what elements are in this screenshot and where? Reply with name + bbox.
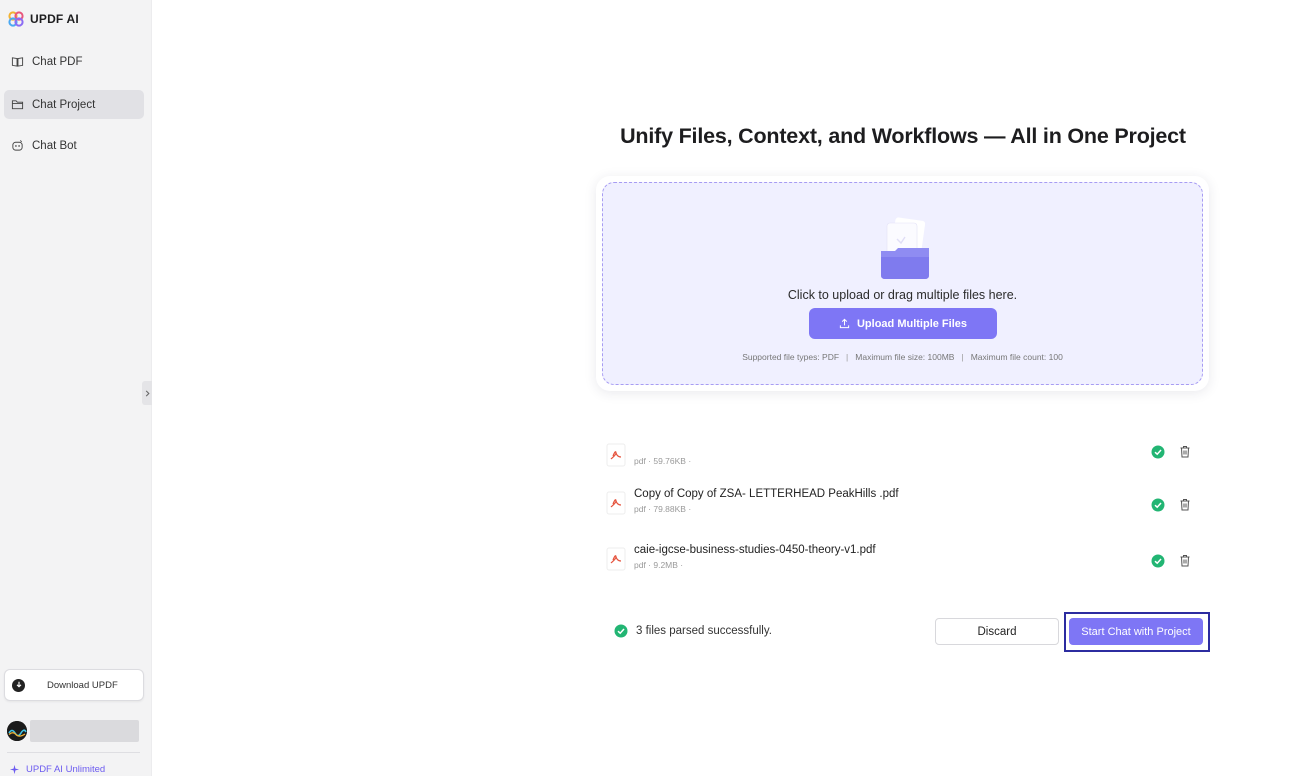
upgrade-link[interactable]: UPDF AI Unlimited — [9, 764, 105, 775]
page-title: Unify Files, Context, and Workflows — Al… — [620, 124, 1186, 148]
pdf-file-icon — [606, 491, 626, 515]
upload-limits-hint: Supported file types: PDF | Maximum file s… — [742, 352, 1063, 362]
hint-file-size: Maximum file size: 100MB — [855, 352, 955, 362]
file-list-item: caie-igcse-business-studies-0450-theory-… — [603, 541, 1203, 581]
book-open-icon — [11, 57, 24, 67]
file-meta: pdf · 79.88KB · — [634, 504, 692, 514]
folder-upload-icon — [881, 217, 929, 279]
updf-logo-icon — [8, 11, 24, 27]
user-name-redacted — [30, 720, 139, 742]
user-account[interactable] — [7, 720, 139, 742]
check-circle-icon — [1151, 498, 1165, 512]
download-label: Download UPDF — [47, 679, 118, 691]
brand[interactable]: UPDF AI — [8, 11, 79, 27]
avatar — [7, 721, 27, 741]
download-updf-button[interactable]: Download UPDF — [4, 669, 144, 701]
dropzone-instruction: Click to upload or drag multiple files h… — [787, 288, 1018, 302]
upload-multiple-files-button[interactable]: Upload Multiple Files — [809, 308, 997, 339]
hint-file-count: Maximum file count: 100 — [970, 352, 1063, 362]
upload-card: Click to upload or drag multiple files h… — [596, 176, 1209, 391]
file-meta: pdf · 9.2MB · — [634, 560, 684, 570]
sidebar-item-chat-bot[interactable]: Chat Bot — [4, 131, 144, 160]
sidebar-collapse-handle[interactable] — [142, 381, 152, 405]
file-list-item: pdf · 59.76KB · — [603, 437, 1203, 477]
bot-icon — [12, 140, 23, 151]
hint-file-types: Supported file types: PDF — [742, 352, 840, 362]
start-chat-with-project-button[interactable]: Start Chat with Project — [1069, 618, 1203, 645]
parse-status-text: 3 files parsed successfully. — [636, 625, 772, 637]
sidebar: UPDF AI Chat PDF Chat Project Chat Bot D… — [0, 0, 152, 776]
trash-icon[interactable] — [1179, 445, 1191, 458]
sidebar-item-chat-pdf[interactable]: Chat PDF — [4, 47, 144, 76]
trash-icon[interactable] — [1179, 498, 1191, 511]
chevron-right-icon — [145, 390, 150, 396]
file-name: caie-igcse-business-studies-0450-theory-… — [634, 544, 876, 556]
sidebar-item-label: Chat Bot — [32, 139, 77, 152]
upload-button-label: Upload Multiple Files — [856, 317, 967, 330]
sidebar-item-label: Chat Project — [32, 98, 96, 111]
upgrade-label: UPDF AI Unlimited — [26, 764, 106, 775]
file-name: Copy of Copy of ZSA- LETTERHEAD PeakHill… — [634, 488, 899, 500]
brand-name: UPDF AI — [30, 12, 79, 26]
sparkle-icon — [9, 764, 20, 775]
pdf-file-icon — [606, 443, 626, 467]
check-circle-icon — [1151, 445, 1165, 459]
sidebar-item-chat-project[interactable]: Chat Project — [4, 90, 144, 119]
file-list-item: Copy of Copy of ZSA- LETTERHEAD PeakHill… — [603, 485, 1203, 525]
download-icon — [12, 678, 25, 692]
trash-icon[interactable] — [1179, 554, 1191, 567]
upload-icon — [839, 318, 850, 329]
file-dropzone[interactable]: Click to upload or drag multiple files h… — [602, 182, 1203, 385]
file-meta: pdf · 59.76KB · — [634, 456, 692, 466]
divider — [7, 752, 140, 753]
pdf-file-icon — [606, 547, 626, 571]
parse-status: 3 files parsed successfully. — [614, 624, 772, 638]
sidebar-item-label: Chat PDF — [32, 55, 83, 68]
check-circle-icon — [1151, 554, 1165, 568]
folder-icon — [11, 100, 24, 110]
check-circle-icon — [614, 624, 628, 638]
discard-button[interactable]: Discard — [935, 618, 1059, 645]
